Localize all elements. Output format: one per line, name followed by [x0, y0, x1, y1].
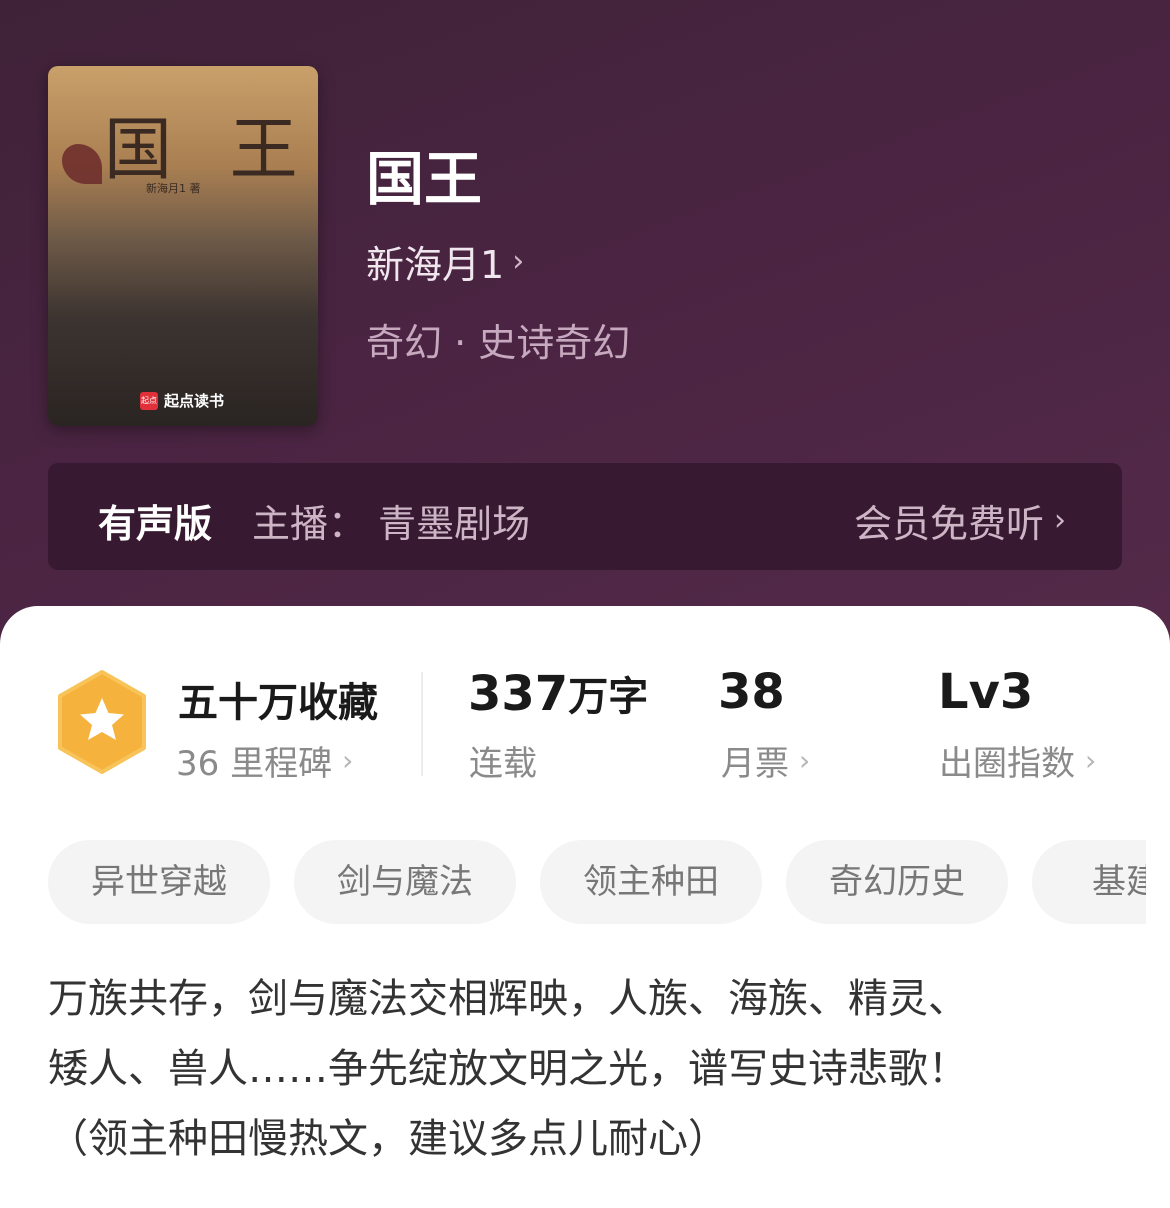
serial-status-label: 连载: [469, 744, 537, 784]
cover-author: 新海月1 著: [146, 182, 201, 195]
vip-listen-link[interactable]: 会员免费听 ›: [854, 493, 1066, 548]
cover-title: 国 王: [104, 111, 316, 190]
chevron-right-icon: ›: [342, 744, 354, 777]
audio-host: 主播： 青墨剧场: [252, 502, 531, 546]
stats-divider: [421, 672, 423, 776]
cover-brand-text: 起点读书: [164, 392, 225, 410]
serial-status: 连载: [469, 736, 537, 785]
audio-label: 有声版: [98, 502, 213, 546]
book-title: 国王: [366, 145, 483, 213]
book-genre[interactable]: 奇幻 · 史诗奇幻: [366, 312, 630, 367]
book-header: 国 王 新海月1 著 起点 起点读书 国王 新海月1 › 奇幻 · 史诗奇幻 有…: [0, 0, 1170, 680]
word-count: 337万字: [468, 664, 648, 722]
description-line: 万族共存，剑与魔法交相辉映，人族、海族、精灵、: [48, 976, 968, 1022]
monthly-tickets-label: 月票: [721, 744, 789, 784]
tag-list: 异世穿越 剑与魔法 领主种田 奇幻历史 基建流: [48, 840, 1146, 924]
book-description[interactable]: 万族共存，剑与魔法交相辉映，人族、海族、精灵、 矮人、兽人……争先绽放文明之光，…: [48, 964, 1128, 1174]
word-count-value: 337: [468, 666, 569, 722]
author-name: 新海月1: [366, 243, 505, 287]
popularity-index-label: 出圈指数: [939, 744, 1075, 784]
word-count-unit: 万字: [568, 674, 649, 720]
tag-chip[interactable]: 剑与魔法: [294, 840, 516, 924]
popularity-index-link[interactable]: 出圈指数 ›: [939, 736, 1096, 785]
popularity-level-value: Lv3: [938, 664, 1034, 720]
chevron-right-icon: ›: [512, 244, 525, 279]
monthly-tickets-link[interactable]: 月票 ›: [721, 736, 810, 785]
book-cover[interactable]: 国 王 新海月1 著 起点 起点读书: [48, 66, 318, 426]
star-badge-icon: [58, 670, 146, 774]
chevron-right-icon: ›: [799, 744, 811, 777]
collect-count: 五十万收藏: [178, 680, 378, 726]
tag-chip[interactable]: 异世穿越: [48, 840, 270, 924]
vip-listen-label: 会员免费听: [853, 502, 1044, 546]
monthly-tickets: 38: [718, 664, 785, 720]
author-link[interactable]: 新海月1 ›: [366, 234, 524, 289]
audio-version-bar[interactable]: 有声版 主播： 青墨剧场 会员免费听 ›: [48, 463, 1122, 570]
milestone-link[interactable]: 36 里程碑 ›: [176, 736, 353, 785]
qidian-logo-icon: 起点: [140, 391, 158, 410]
cover-flag-art: [62, 144, 102, 184]
monthly-tickets-value: 38: [718, 664, 785, 720]
chevron-right-icon: ›: [1085, 744, 1097, 777]
cover-brand: 起点 起点读书: [140, 390, 224, 411]
milestone-label: 36 里程碑: [176, 744, 333, 784]
popularity-level: Lv3: [938, 664, 1033, 720]
description-line: （领主种田慢热文，建议多点儿耐心）: [48, 1116, 728, 1162]
description-line: 矮人、兽人……争先绽放文明之光，谱写史诗悲歌！: [48, 1046, 968, 1092]
tag-chip[interactable]: 领主种田: [540, 840, 762, 924]
chevron-right-icon: ›: [1054, 503, 1066, 538]
tag-chip[interactable]: 奇幻历史: [786, 840, 1008, 924]
tag-chip[interactable]: 基建流: [1032, 840, 1146, 924]
